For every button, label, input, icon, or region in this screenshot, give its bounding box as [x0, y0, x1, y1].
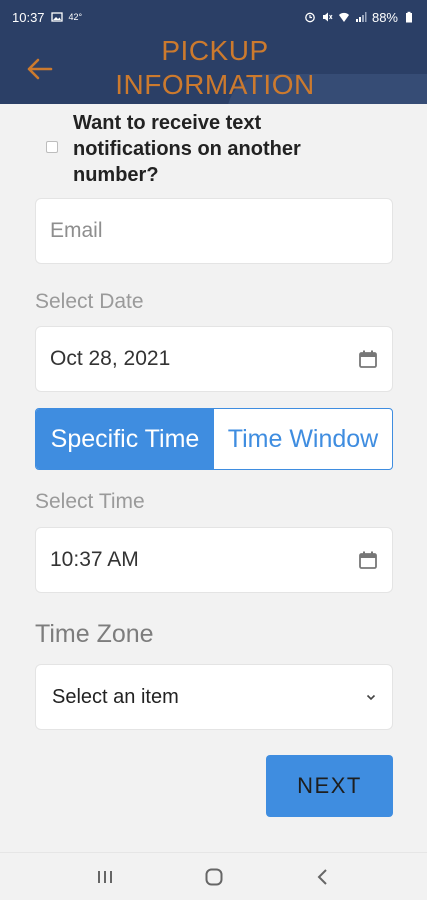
email-field[interactable]: Email: [35, 198, 393, 264]
status-battery: 88%: [371, 9, 398, 25]
home-icon: [205, 868, 222, 885]
back-button[interactable]: [22, 54, 56, 84]
email-placeholder: Email: [50, 219, 103, 242]
battery-icon: [406, 11, 412, 23]
next-button[interactable]: NEXT: [266, 755, 393, 817]
system-nav-bar: [0, 852, 427, 900]
time-zone-label: Time Zone: [35, 620, 154, 648]
time-value: 10:37 AM: [50, 548, 139, 571]
nav-back-button[interactable]: [308, 862, 338, 892]
specific-time-tab[interactable]: Specific Time: [36, 409, 214, 469]
page-title: PICKUP INFORMATION: [115, 35, 315, 100]
back-icon: [317, 868, 327, 885]
signal-icon: [355, 12, 367, 22]
date-value: Oct 28, 2021: [50, 347, 171, 370]
status-bar: 10:37 42° 88%: [0, 0, 427, 34]
select-time-label: Select Time: [35, 490, 145, 513]
calendar-icon[interactable]: [358, 550, 378, 570]
status-time: 10:37: [12, 9, 45, 25]
status-temperature: 42°: [68, 12, 83, 22]
notify-checkbox-label: Want to receive text notifications on an…: [73, 112, 301, 186]
alarm-icon: [305, 12, 315, 23]
select-date-label: Select Date: [35, 290, 144, 313]
time-field[interactable]: 10:37 AM: [35, 527, 393, 593]
arrow-left-icon: [27, 58, 53, 80]
notify-checkbox[interactable]: [46, 141, 58, 153]
time-zone-value: Select an item: [52, 685, 179, 708]
time-window-tab[interactable]: Time Window: [214, 409, 392, 469]
date-field[interactable]: Oct 28, 2021: [35, 326, 393, 392]
time-zone-select[interactable]: Select an item: [35, 664, 393, 730]
calendar-icon[interactable]: [358, 349, 378, 369]
image-icon: [50, 12, 63, 22]
app-header: PICKUP INFORMATION: [0, 34, 427, 104]
chevron-down-icon: [366, 694, 376, 701]
time-mode-toggle: Specific Time Time Window: [35, 408, 393, 470]
home-button[interactable]: [199, 862, 229, 892]
recents-button[interactable]: [90, 862, 120, 892]
wifi-icon: [338, 12, 349, 22]
mute-icon: [322, 12, 333, 22]
recents-icon: [97, 870, 112, 883]
notify-checkbox-row: Want to receive text notifications on an…: [46, 110, 406, 188]
